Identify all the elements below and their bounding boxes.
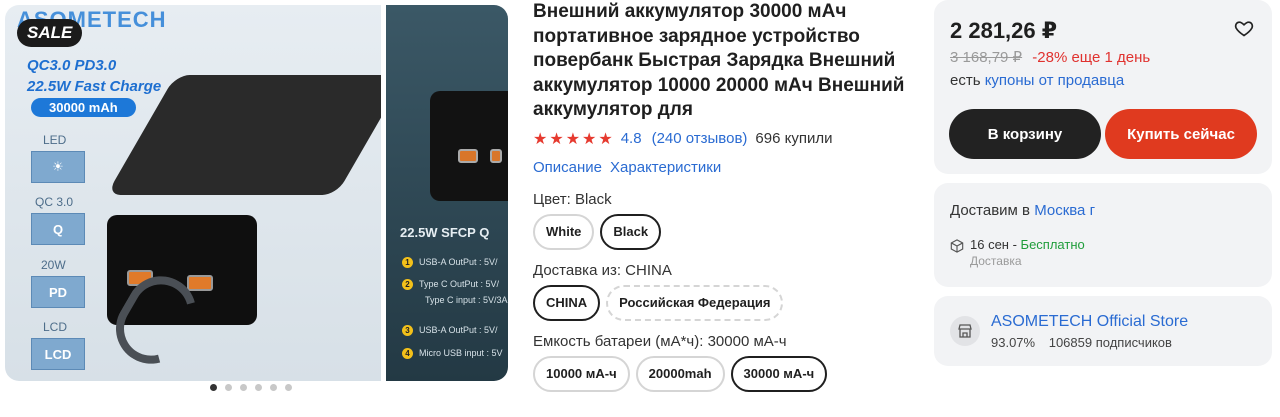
add-to-cart-button[interactable]: В корзину bbox=[949, 109, 1101, 159]
spec-line: Type C input : 5V/3A bbox=[425, 295, 508, 305]
promo-line-1: QC3.0 PD3.0 bbox=[27, 57, 117, 74]
sale-badge: SALE bbox=[17, 19, 83, 47]
product-image-main[interactable]: ASOMETECH SALE QC3.0 PD3.0 22.5W Fast Ch… bbox=[5, 5, 381, 381]
ship-from-label: Доставка из: CHINA bbox=[533, 261, 672, 279]
ship-option-china[interactable]: CHINA bbox=[533, 284, 601, 321]
feature-label-lcd: LCD bbox=[43, 320, 68, 334]
ship-from-options: CHINA Российская Федерация bbox=[533, 284, 913, 321]
capacity-option-20000[interactable]: 20000mah bbox=[635, 355, 725, 392]
coupon-row: есть купоны от продавца bbox=[950, 72, 1124, 89]
gallery-dot[interactable] bbox=[270, 384, 277, 391]
feature-label-20w: 20W bbox=[41, 258, 66, 272]
product-gallery[interactable]: ASOMETECH SALE QC3.0 PD3.0 22.5W Fast Ch… bbox=[5, 5, 508, 381]
spec-line: 2 Type C OutPut : 5V/ bbox=[402, 279, 499, 290]
delivery-free: Бесплатно bbox=[1020, 237, 1085, 252]
product-info: Внешний аккумулятор 30000 мАч портативно… bbox=[533, 0, 913, 392]
tab-characteristics[interactable]: Характеристики bbox=[610, 159, 721, 176]
buy-card: 2 281,26 ₽ 3 168,79 ₽ -28% еще 1 день ес… bbox=[934, 0, 1272, 174]
store-name-link[interactable]: ASOMETECH Official Store bbox=[991, 313, 1188, 331]
feature-label-led: LED bbox=[43, 133, 67, 147]
store-meta: 93.07% 106859 подписчиков bbox=[991, 335, 1182, 350]
store-icon bbox=[950, 316, 980, 346]
delivery-subtitle: Доставка bbox=[970, 254, 1022, 268]
store-rating: 93.07% bbox=[991, 335, 1036, 350]
old-price-row: 3 168,79 ₽ -28% еще 1 день bbox=[950, 48, 1150, 66]
delivery-date: 16 сен - bbox=[970, 237, 1017, 252]
ship-option-russia[interactable]: Российская Федерация bbox=[606, 284, 784, 321]
discount-badge: -28% еще 1 день bbox=[1032, 49, 1151, 66]
delivery-title: Доставим в Москва г bbox=[950, 202, 1096, 219]
product-tabs: Описание Характеристики bbox=[533, 159, 913, 176]
coupon-prefix: есть bbox=[950, 72, 981, 89]
spec-line: 3 USB-A OutPut : 5V/ bbox=[402, 325, 498, 336]
usb-port-icon bbox=[458, 149, 478, 163]
lcd-icon: LCD bbox=[31, 338, 85, 370]
feature-label-qc: QC 3.0 bbox=[35, 195, 74, 209]
delivery-card: Доставим в Москва г 16 сен - Бесплатно Д… bbox=[934, 183, 1272, 287]
current-price: 2 281,26 ₽ bbox=[950, 18, 1058, 43]
color-label: Цвет: Black bbox=[533, 190, 612, 208]
coupon-link[interactable]: купоны от продавца bbox=[985, 72, 1124, 89]
color-option-white[interactable]: White bbox=[533, 213, 595, 250]
spec-line: 4 Micro USB input : 5V bbox=[402, 348, 503, 359]
rating-value[interactable]: 4.8 bbox=[621, 130, 642, 147]
color-options: White Black bbox=[533, 213, 913, 250]
product-title: Внешний аккумулятор 30000 мАч портативно… bbox=[533, 1, 905, 120]
capacity-options: 10000 мА-ч 20000mah 30000 мА-ч bbox=[533, 355, 913, 392]
old-price: 3 168,79 ₽ bbox=[950, 49, 1023, 66]
favorite-heart-icon[interactable] bbox=[1234, 18, 1254, 38]
delivery-city-link[interactable]: Москва г bbox=[1034, 202, 1095, 219]
star-rating-icon: ★★★★★ bbox=[533, 130, 615, 148]
gallery-dot[interactable] bbox=[210, 384, 217, 391]
rating-row: ★★★★★ 4.8 (240 отзывов) 696 купили bbox=[533, 129, 913, 149]
pd-icon: PD bbox=[31, 276, 85, 308]
store-card[interactable]: ASOMETECH Official Store 93.07% 106859 п… bbox=[934, 296, 1272, 366]
buy-now-button[interactable]: Купить сейчас bbox=[1105, 109, 1257, 159]
specs-title: 22.5W SFCP Q bbox=[400, 225, 490, 240]
power-bank-top bbox=[106, 75, 381, 195]
power-bank-illustration bbox=[101, 75, 381, 377]
capacity-option-10000[interactable]: 10000 мА-ч bbox=[533, 355, 630, 392]
capacity-option-30000[interactable]: 30000 мА-ч bbox=[730, 355, 828, 392]
gallery-dot[interactable] bbox=[285, 384, 292, 391]
delivery-option: 16 сен - Бесплатно Доставка bbox=[950, 237, 1085, 269]
product-image-secondary[interactable]: 22.5W SFCP Q 1 USB-A OutPut : 5V/ 2 Type C… bbox=[386, 5, 508, 381]
store-subscribers: 106859 подписчиков bbox=[1048, 335, 1172, 350]
bulb-icon: ☀ bbox=[31, 151, 85, 183]
type-c-port-icon bbox=[490, 149, 502, 163]
gallery-dot[interactable] bbox=[240, 384, 247, 391]
color-option-black[interactable]: Black bbox=[600, 213, 662, 250]
sold-count: 696 купили bbox=[755, 130, 833, 147]
tab-description[interactable]: Описание bbox=[533, 159, 602, 176]
gallery-dot[interactable] bbox=[255, 384, 262, 391]
capacity-label: Емкость батареи (мА*ч): 30000 мА-ч bbox=[533, 332, 787, 350]
package-icon bbox=[950, 239, 964, 253]
power-bank-closeup bbox=[430, 91, 508, 201]
shop-icon bbox=[958, 324, 972, 338]
spec-line: 1 USB-A OutPut : 5V/ bbox=[402, 257, 498, 268]
gallery-dot[interactable] bbox=[225, 384, 232, 391]
quick-charge-icon: Q bbox=[31, 213, 85, 245]
usb-port-icon bbox=[187, 275, 213, 291]
reviews-link[interactable]: (240 отзывов) bbox=[652, 130, 748, 147]
gallery-pagination bbox=[210, 384, 292, 391]
